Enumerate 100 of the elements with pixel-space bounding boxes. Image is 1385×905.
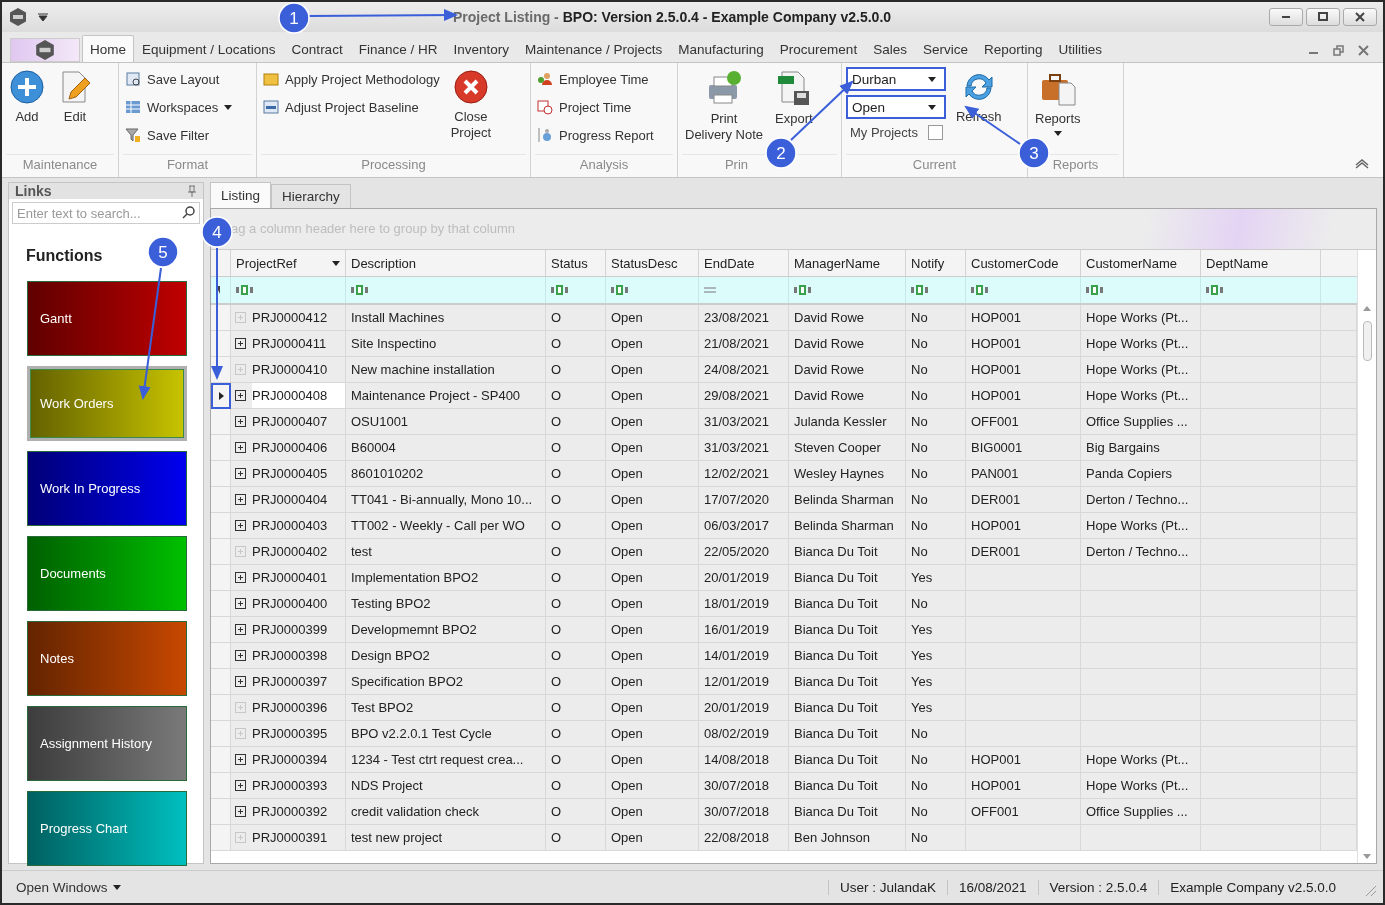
table-row[interactable]: PRJ0000398 Design BPO2 O Open 14/01/2019 Bianca Du Toit Yes (211, 643, 1357, 669)
dropdown-field[interactable]: Durban (846, 67, 946, 91)
expand-icon[interactable] (235, 676, 246, 687)
column-header[interactable]: CustomerName (1081, 250, 1201, 276)
search-field[interactable]: Enter text to search... (12, 202, 200, 224)
ribbon-tab[interactable]: Finance / HR (350, 35, 446, 62)
expand-icon[interactable] (235, 494, 246, 505)
quick-access-caret-icon[interactable] (38, 13, 48, 21)
ribbon-button[interactable]: Add (6, 67, 48, 127)
expand-icon[interactable] (235, 780, 246, 791)
column-header[interactable]: Status (546, 250, 606, 276)
function-tile[interactable]: Work Orders (27, 366, 187, 441)
ribbon-button[interactable]: Progress Report (535, 123, 656, 147)
ribbon-tab[interactable]: Sales (865, 35, 915, 62)
ribbon-button[interactable]: Reports (1032, 67, 1084, 138)
table-row[interactable]: PRJ0000400 Testing BPO2 O Open 18/01/2019 Bianca Du Toit No (211, 591, 1357, 617)
expand-icon[interactable] (235, 442, 246, 453)
ribbon-tab[interactable]: Maintenance / Projects (516, 35, 671, 62)
ribbon-tab[interactable]: Service (914, 35, 976, 62)
expand-icon[interactable] (235, 520, 246, 531)
ribbon-tab[interactable]: Inventory (445, 35, 517, 62)
function-tile[interactable]: Work In Progress (27, 451, 187, 526)
expand-icon[interactable] (235, 572, 246, 583)
resize-grip-icon[interactable] (1363, 883, 1377, 897)
view-tab[interactable]: Hierarchy (271, 184, 351, 208)
table-row[interactable]: PRJ0000408 Maintenance Project - SP400 O Open 29/08/2021 David Rowe No HOP001 Hope Works (Pt... (211, 383, 1357, 409)
table-row[interactable]: PRJ0000411 Site Inspectino O Open 21/08/2021 David Rowe No HOP001 Hope Works (Pt... (211, 331, 1357, 357)
ribbon-button[interactable]: Export (772, 67, 816, 129)
text-filter-icon[interactable] (236, 285, 254, 295)
expand-icon[interactable] (235, 754, 246, 765)
table-row[interactable]: PRJ0000401 Implementation BPO2 O Open 20/01/2019 Bianca Du Toit Yes (211, 565, 1357, 591)
column-header[interactable]: CustomerCode (966, 250, 1081, 276)
collapse-ribbon-icon[interactable] (1355, 159, 1369, 169)
text-filter-icon[interactable] (551, 285, 569, 295)
ribbon-button[interactable]: Workspaces (123, 95, 235, 119)
ribbon-tab[interactable]: Manufacturing (670, 35, 772, 62)
scroll-thumb[interactable] (1362, 321, 1372, 361)
column-header[interactable]: ProjectRef (231, 250, 346, 276)
expand-icon[interactable] (235, 416, 246, 427)
text-filter-icon[interactable] (351, 285, 369, 295)
ribbon-tab[interactable]: Reporting (975, 35, 1051, 62)
ribbon-button[interactable]: Edit (54, 67, 96, 127)
table-row[interactable]: PRJ0000399 Developmemnt BPO2 O Open 16/01/2019 Bianca Du Toit Yes (211, 617, 1357, 643)
maximize-button[interactable] (1306, 8, 1340, 26)
ribbon-button[interactable]: Project Time (535, 95, 656, 119)
expand-icon[interactable] (235, 624, 246, 635)
ribbon-tab[interactable]: Equipment / Locations (134, 35, 284, 62)
function-tile[interactable]: Notes (27, 621, 187, 696)
ribbon-button[interactable]: Save Layout (123, 67, 235, 91)
restore-icon[interactable] (1333, 45, 1344, 56)
text-filter-icon[interactable] (1086, 285, 1104, 295)
close-icon[interactable] (1358, 45, 1369, 56)
ribbon-button[interactable]: Close Project (447, 67, 495, 143)
expand-icon[interactable] (235, 650, 246, 661)
text-filter-icon[interactable] (794, 285, 812, 295)
ribbon-button[interactable]: Employee Time (535, 67, 656, 91)
ribbon-button[interactable]: Print Delivery Note (682, 67, 767, 145)
dropdown-field[interactable]: Open (846, 95, 946, 119)
table-row[interactable]: PRJ0000394 1234 - Test ctrt request crea... O Open 14/08/2018 Bianca Du Toit No HOP001 Hope Works (Pt... (211, 747, 1357, 773)
text-filter-icon[interactable] (971, 285, 989, 295)
ribbon-tab[interactable]: Home (82, 35, 134, 62)
table-row[interactable]: PRJ0000393 NDS Project O Open 30/07/2018 Bianca Du Toit No HOP001 Hope Works (Pt... (211, 773, 1357, 799)
text-filter-icon[interactable] (911, 285, 929, 295)
table-row[interactable]: PRJ0000397 Specification BPO2 O Open 12/01/2019 Bianca Du Toit Yes (211, 669, 1357, 695)
scroll-down-icon[interactable] (1363, 854, 1371, 859)
application-menu-button[interactable] (10, 38, 80, 62)
open-windows-button[interactable]: Open Windows (2, 879, 135, 895)
column-header[interactable]: StatusDesc (606, 250, 699, 276)
table-row[interactable]: PRJ0000407 OSU1001 O Open 31/03/2021 Julanda Kessler No OFF001 Office Supplies ... (211, 409, 1357, 435)
ribbon-button[interactable]: Save Filter (123, 123, 235, 147)
ribbon-tab[interactable]: Procurement (771, 35, 866, 62)
expand-icon[interactable] (235, 390, 246, 401)
table-row[interactable]: PRJ0000392 credit validation check O Open 30/07/2018 Bianca Du Toit No OFF001 Office Supplies ... (211, 799, 1357, 825)
text-filter-icon[interactable] (1206, 285, 1224, 295)
function-tile[interactable]: Progress Chart (27, 791, 187, 866)
expand-icon[interactable] (235, 468, 246, 479)
column-header[interactable]: EndDate (699, 250, 789, 276)
ribbon-tab[interactable]: Contract (283, 35, 351, 62)
minimize-button[interactable] (1269, 8, 1303, 26)
column-header[interactable]: Description (346, 250, 546, 276)
table-row[interactable]: PRJ0000406 B60004 O Open 31/03/2021 Steven Cooper No BIG0001 Big Bargains (211, 435, 1357, 461)
expand-icon[interactable] (235, 338, 246, 349)
pin-icon[interactable] (187, 185, 197, 197)
function-tile[interactable]: Documents (27, 536, 187, 611)
expand-icon[interactable] (235, 806, 246, 817)
row-indicator[interactable] (211, 383, 231, 409)
text-filter-icon[interactable] (611, 285, 629, 295)
table-row[interactable]: PRJ0000404 TT041 - Bi-annually, Mono 10... O Open 17/07/2020 Belinda Sharman No DER001 Derton / Techno... (211, 487, 1357, 513)
ribbon-button[interactable]: Adjust Project Baseline (261, 95, 442, 119)
column-header[interactable]: Notify (906, 250, 966, 276)
function-tile[interactable]: Assignment History (27, 706, 187, 781)
function-tile[interactable]: Gantt (27, 281, 187, 356)
table-row[interactable]: PRJ0000405 8601010202 O Open 12/02/2021 Wesley Haynes No PAN001 Panda Copiers (211, 461, 1357, 487)
scroll-up-icon[interactable] (1363, 306, 1371, 311)
column-header[interactable]: DeptName (1201, 250, 1321, 276)
table-row[interactable]: PRJ0000403 TT002 - Weekly - Call per WO O Open 06/03/2017 Belinda Sharman No HOP001 Hope Works (Pt... (211, 513, 1357, 539)
view-tab[interactable]: Listing (210, 182, 272, 208)
checkbox[interactable] (927, 125, 943, 140)
ribbon-tab[interactable]: Utilities (1050, 35, 1110, 62)
close-button[interactable] (1343, 8, 1377, 26)
